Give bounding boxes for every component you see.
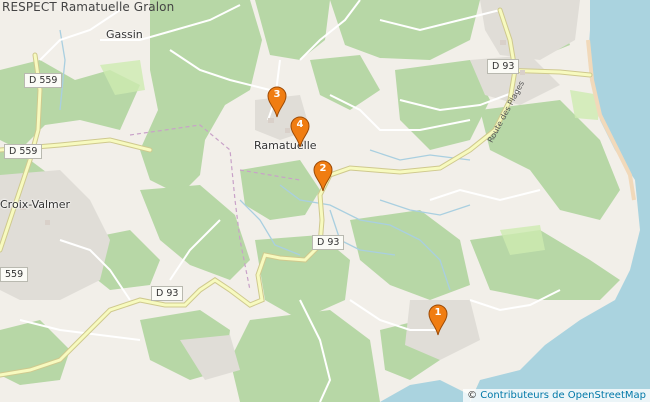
map-marker-2[interactable]: 2 [313,160,333,192]
marker-label: 2 [319,163,327,174]
place-label-gassin: Gassin [106,28,143,41]
map-marker-4[interactable]: 4 [290,116,310,148]
map-title: RESPECT Ramatuelle Gralon [2,0,175,14]
map-base-layer [0,0,650,402]
copyright-symbol: © [467,390,478,401]
marker-label: 3 [273,89,281,100]
marker-label: 1 [434,307,442,318]
road-label-d559-left: D 559 [4,144,43,159]
marker-label: 4 [296,119,304,130]
map-marker-1[interactable]: 1 [428,304,448,336]
place-label-croix-valmer: Croix-Valmer [0,198,71,211]
road-label-d559-top: D 559 [24,73,63,88]
map-canvas[interactable]: RESPECT Ramatuelle Gralon Gassin Ramatue… [0,0,650,402]
road-label-d93-center: D 93 [312,235,345,250]
map-marker-3[interactable]: 3 [267,86,287,118]
road-label-d559-bottom: 559 [0,267,29,282]
road-label-d93-bottom: D 93 [151,286,184,301]
osm-contributors-link[interactable]: Contributeurs de OpenStreetMap [480,390,646,401]
road-label-d93-top: D 93 [487,59,520,74]
map-attribution: © Contributeurs de OpenStreetMap [463,389,650,402]
